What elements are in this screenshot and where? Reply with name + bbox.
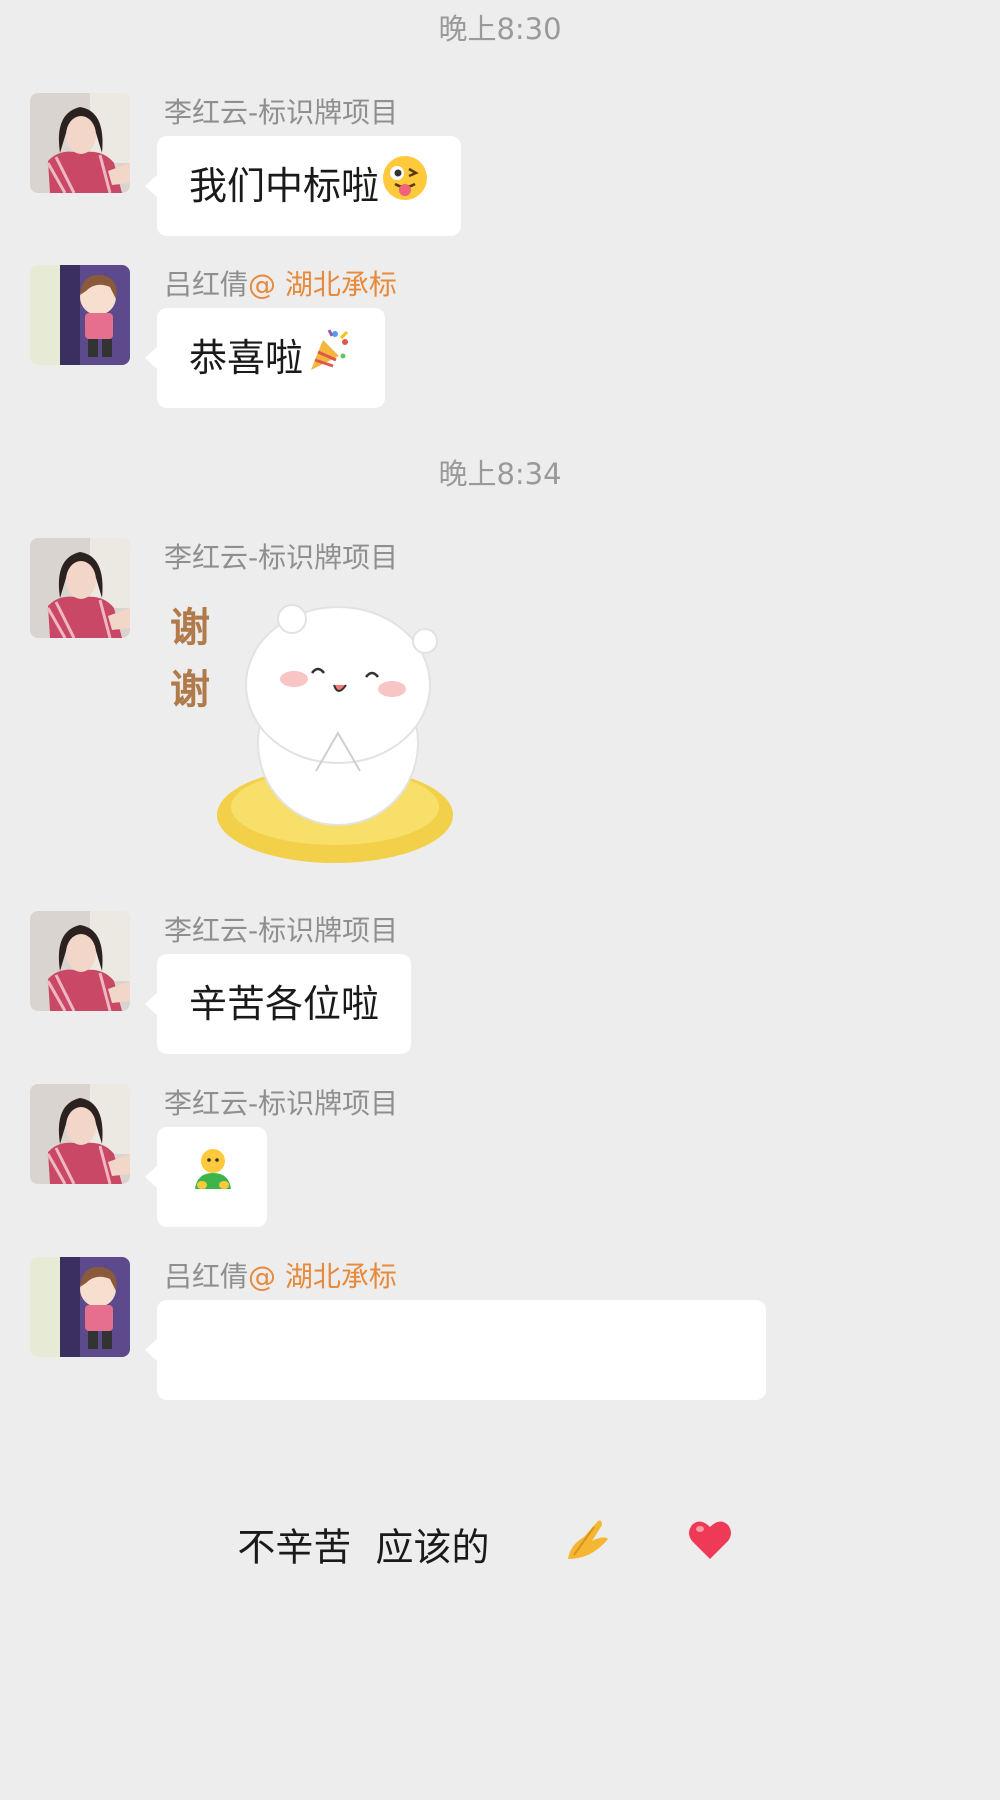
timestamp: 晚上8:30 xyxy=(438,12,562,46)
bear-thanks-sticker[interactable]: 谢 谢 xyxy=(170,593,460,877)
avatar[interactable] xyxy=(30,265,130,365)
bowing-person-emoji xyxy=(189,1130,237,1230)
company-tag: @ 湖北承标 xyxy=(248,1260,397,1293)
sticker-text: 谢 xyxy=(170,605,210,651)
party-popper-emoji xyxy=(305,311,353,411)
praying-hands-emoji xyxy=(492,1400,612,1700)
sender-name: 李红云-标识牌项目 xyxy=(164,96,399,129)
red-heart-emoji xyxy=(614,1400,734,1700)
avatar[interactable] xyxy=(30,538,130,638)
sender-name: 李红云-标识牌项目 xyxy=(164,1087,399,1120)
avatar[interactable] xyxy=(30,1084,130,1184)
avatar[interactable] xyxy=(30,1257,130,1357)
message-text: 我们中标啦 xyxy=(189,164,380,208)
message-bubble[interactable] xyxy=(145,1127,267,1230)
message-bubble[interactable]: 辛苦各位啦 xyxy=(144,954,412,1054)
message-bubble[interactable]: 恭喜啦 xyxy=(144,308,386,411)
sender-name: 吕红倩@ 湖北承标 xyxy=(164,1260,397,1293)
sender-name: 李红云-标识牌项目 xyxy=(164,541,399,574)
message-text: 不辛苦 应该的 xyxy=(237,1525,490,1570)
timestamp: 晚上8:34 xyxy=(438,457,562,491)
message-bubble[interactable]: 不辛苦 应该的 xyxy=(144,1300,767,1570)
message-text: 恭喜啦 xyxy=(189,336,304,380)
sender-name: 吕红倩@ 湖北承标 xyxy=(164,268,397,301)
winking-tongue-emoji xyxy=(381,139,429,239)
sender-name: 李红云-标识牌项目 xyxy=(164,914,399,947)
company-tag: @ 湖北承标 xyxy=(248,268,397,301)
avatar[interactable] xyxy=(30,911,130,1011)
svg-text:谢: 谢 xyxy=(170,667,210,713)
avatar[interactable] xyxy=(30,93,130,193)
message-bubble[interactable]: 我们中标啦 xyxy=(144,136,462,239)
message-text: 辛苦各位啦 xyxy=(189,982,380,1026)
